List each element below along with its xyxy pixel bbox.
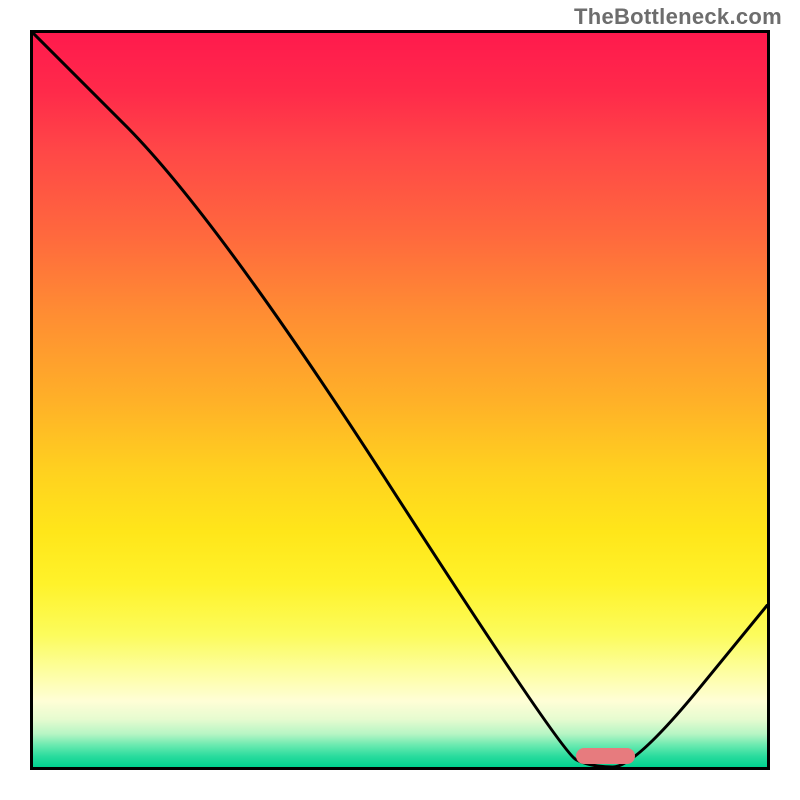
watermark-text: TheBottleneck.com xyxy=(574,4,782,30)
chart-line-svg xyxy=(33,33,767,767)
chart-frame xyxy=(30,30,770,770)
highlight-marker xyxy=(576,748,635,764)
chart-line-path xyxy=(33,33,767,767)
